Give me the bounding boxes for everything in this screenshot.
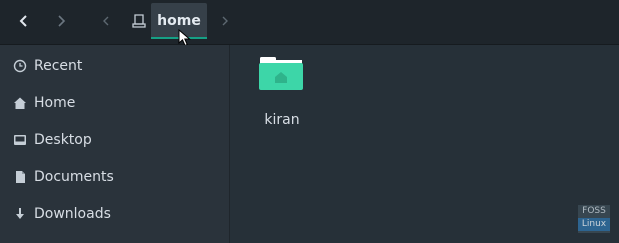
chevron-left-icon — [103, 16, 109, 26]
sidebar-item-home[interactable]: Home — [0, 84, 229, 121]
watermark-logo: FOSS Linux — [578, 205, 610, 233]
chevron-left-icon — [19, 15, 27, 27]
sidebar-item-label: Desktop — [34, 131, 92, 148]
folder-item-kiran[interactable]: kiran — [257, 55, 307, 128]
header-bar: home — [0, 0, 619, 47]
chevron-right-icon — [222, 16, 228, 26]
folder-item-label: kiran — [264, 112, 300, 128]
path-root-button[interactable] — [128, 7, 150, 35]
chevron-right-icon — [58, 15, 66, 27]
home-icon — [13, 96, 27, 110]
sidebar-item-documents[interactable]: Documents — [0, 158, 229, 195]
sidebar-item-downloads[interactable]: Downloads — [0, 195, 229, 232]
sidebar-item-recent[interactable]: Recent — [0, 47, 229, 84]
sidebar: Recent Home Desktop Documents Downloads — [0, 45, 230, 243]
document-icon — [13, 170, 27, 184]
desktop-icon — [13, 133, 27, 147]
forward-button[interactable] — [46, 7, 76, 35]
back-button[interactable] — [9, 7, 39, 35]
download-icon — [13, 207, 27, 221]
sidebar-item-label: Home — [34, 94, 76, 111]
home-folder-icon — [259, 57, 303, 90]
file-view: kiran — [231, 45, 619, 243]
path-back-button[interactable] — [91, 7, 121, 35]
path-current-label: home — [157, 13, 201, 29]
clock-icon — [13, 59, 27, 73]
watermark-bottom-text: Linux — [578, 218, 610, 231]
sidebar-item-label: Downloads — [34, 205, 111, 222]
sidebar-item-desktop[interactable]: Desktop — [0, 121, 229, 158]
drive-icon — [132, 14, 146, 28]
sidebar-item-label: Documents — [34, 168, 114, 185]
watermark-top-text: FOSS — [582, 206, 606, 216]
sidebar-item-label: Recent — [34, 57, 83, 74]
path-forward-button[interactable] — [214, 7, 236, 35]
